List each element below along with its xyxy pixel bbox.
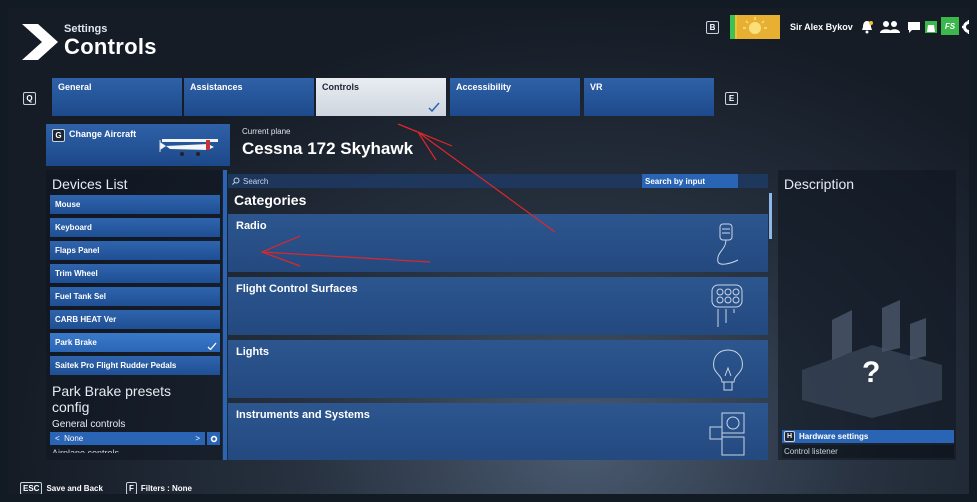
device-label: Fuel Tank Sel bbox=[55, 292, 106, 301]
category-label: Instruments and Systems bbox=[236, 409, 370, 421]
control-listener-label: Control listener bbox=[782, 445, 954, 458]
tab-label: Assistances bbox=[190, 82, 243, 92]
device-item-carb-heat[interactable]: CARB HEAT Ver bbox=[50, 310, 220, 329]
search-by-input-button[interactable]: Search by input bbox=[642, 174, 738, 188]
check-icon bbox=[207, 342, 217, 350]
yoke-icon bbox=[711, 284, 743, 327]
categories-panel: Search Search by input Categories Radio … bbox=[228, 170, 772, 460]
device-item-rudder-pedals[interactable]: Saitek Pro Flight Rudder Pedals bbox=[50, 356, 220, 375]
search-placeholder: Search bbox=[243, 176, 269, 186]
tab-assistances[interactable]: Assistances bbox=[184, 78, 314, 116]
device-label: Trim Wheel bbox=[55, 269, 98, 278]
tab-general[interactable]: General bbox=[52, 78, 182, 116]
device-label: Saitek Pro Flight Rudder Pedals bbox=[55, 361, 177, 370]
device-item-fuel-tank-sel[interactable]: Fuel Tank Sel bbox=[50, 287, 220, 306]
tab-label: Accessibility bbox=[456, 82, 512, 92]
filters-label: Filters : None bbox=[140, 484, 193, 493]
presets-title-line2: config bbox=[52, 399, 90, 415]
check-icon bbox=[428, 102, 440, 112]
tab-label: VR bbox=[590, 82, 603, 92]
description-panel: Description ? H Hardware settings Contro… bbox=[778, 170, 956, 460]
throttle-quadrant-icon bbox=[802, 300, 942, 418]
tab-label: Controls bbox=[322, 82, 359, 92]
category-radio[interactable]: Radio bbox=[228, 214, 768, 272]
categories-title: Categories bbox=[234, 192, 307, 208]
general-controls-label: General controls bbox=[52, 419, 126, 430]
hardware-settings-button[interactable]: H Hardware settings bbox=[782, 430, 954, 443]
notification-bell-icon[interactable] bbox=[860, 20, 874, 34]
category-lights[interactable]: Lights bbox=[228, 340, 768, 398]
change-aircraft-button[interactable]: G Change Aircraft bbox=[46, 124, 230, 166]
presets-title-line1: Park Brake presets bbox=[52, 383, 172, 399]
tab-vr[interactable]: VR bbox=[584, 78, 714, 116]
chat-icon[interactable] bbox=[907, 20, 921, 34]
keycap-q[interactable]: Q bbox=[23, 92, 36, 105]
preset-settings-button[interactable] bbox=[207, 432, 220, 445]
instruments-icon bbox=[709, 412, 745, 456]
filters-button[interactable]: F Filters : None bbox=[126, 482, 192, 494]
keycap-esc: ESC bbox=[20, 482, 43, 494]
search-input[interactable]: Search Search by input bbox=[228, 174, 768, 188]
device-item-mouse[interactable]: Mouse bbox=[50, 195, 220, 214]
device-label: Mouse bbox=[55, 200, 81, 209]
page-title: Controls bbox=[64, 34, 157, 59]
device-item-keyboard[interactable]: Keyboard bbox=[50, 218, 220, 237]
gear-icon bbox=[210, 435, 217, 442]
current-plane-name: Cessna 172 Skyhawk bbox=[242, 139, 414, 158]
device-label: Flaps Panel bbox=[55, 246, 100, 255]
app-window: Settings Controls B Sir Alex Bykov FS Q … bbox=[8, 8, 969, 494]
presets-title: Park Brake presets config bbox=[46, 379, 222, 415]
airplane-thumbnail-icon bbox=[159, 139, 218, 156]
friends-icon[interactable] bbox=[880, 20, 900, 34]
fs-badge[interactable]: FS bbox=[941, 17, 959, 35]
category-label: Flight Control Surfaces bbox=[236, 283, 358, 295]
change-aircraft-label: Change Aircraft bbox=[69, 129, 137, 139]
back-chevron-icon[interactable] bbox=[22, 24, 60, 60]
tab-accessibility[interactable]: Accessibility bbox=[450, 78, 580, 116]
devices-list-title: Devices List bbox=[52, 176, 128, 192]
lightbulb-icon bbox=[713, 349, 743, 391]
user-avatar-banner[interactable] bbox=[730, 15, 780, 39]
preset-value: None bbox=[64, 434, 84, 443]
keycap-e[interactable]: E bbox=[725, 92, 738, 105]
devices-scrollbar[interactable] bbox=[223, 170, 227, 460]
description-placeholder: ? bbox=[862, 356, 881, 389]
description-title: Description bbox=[784, 176, 855, 192]
device-label: Keyboard bbox=[55, 223, 92, 232]
categories-scrollbar[interactable] bbox=[769, 193, 772, 239]
category-label: Lights bbox=[236, 346, 269, 358]
category-instruments-and-systems[interactable]: Instruments and Systems bbox=[228, 403, 768, 460]
category-label: Radio bbox=[236, 220, 267, 232]
devices-list-panel: Devices List Mouse Keyboard Flaps Panel … bbox=[46, 170, 222, 460]
device-label: CARB HEAT Ver bbox=[55, 315, 117, 324]
prev-preset-arrow[interactable]: < bbox=[55, 434, 60, 443]
keycap-h: H bbox=[784, 431, 795, 442]
device-label: Park Brake bbox=[55, 338, 97, 347]
device-item-trim-wheel[interactable]: Trim Wheel bbox=[50, 264, 220, 283]
keycap-g: G bbox=[52, 129, 65, 142]
gear-icon[interactable] bbox=[962, 20, 969, 34]
marketplace-bag-icon[interactable] bbox=[924, 20, 938, 34]
device-item-park-brake[interactable]: Park Brake bbox=[50, 333, 220, 352]
radio-mic-icon bbox=[717, 223, 739, 265]
keycap-f: F bbox=[126, 482, 137, 494]
save-and-back-button[interactable]: ESC Save and Back bbox=[20, 482, 103, 494]
next-preset-arrow[interactable]: > bbox=[195, 434, 200, 443]
sun-icon bbox=[743, 17, 767, 34]
tab-label: General bbox=[58, 82, 92, 92]
tab-controls[interactable]: Controls bbox=[316, 78, 446, 116]
preset-selector: < None > bbox=[50, 432, 220, 445]
user-name[interactable]: Sir Alex Bykov bbox=[790, 22, 853, 32]
keycap-b: B bbox=[706, 21, 719, 34]
hardware-settings-label: Hardware settings bbox=[799, 432, 869, 441]
airplane-controls-label: Airplane controls bbox=[52, 448, 120, 453]
current-plane-label: Current plane bbox=[242, 127, 291, 136]
device-item-flaps-panel[interactable]: Flaps Panel bbox=[50, 241, 220, 260]
preset-select[interactable]: < None > bbox=[50, 432, 205, 445]
category-flight-control-surfaces[interactable]: Flight Control Surfaces bbox=[228, 277, 768, 335]
search-icon bbox=[232, 177, 240, 185]
save-and-back-label: Save and Back bbox=[46, 484, 103, 493]
